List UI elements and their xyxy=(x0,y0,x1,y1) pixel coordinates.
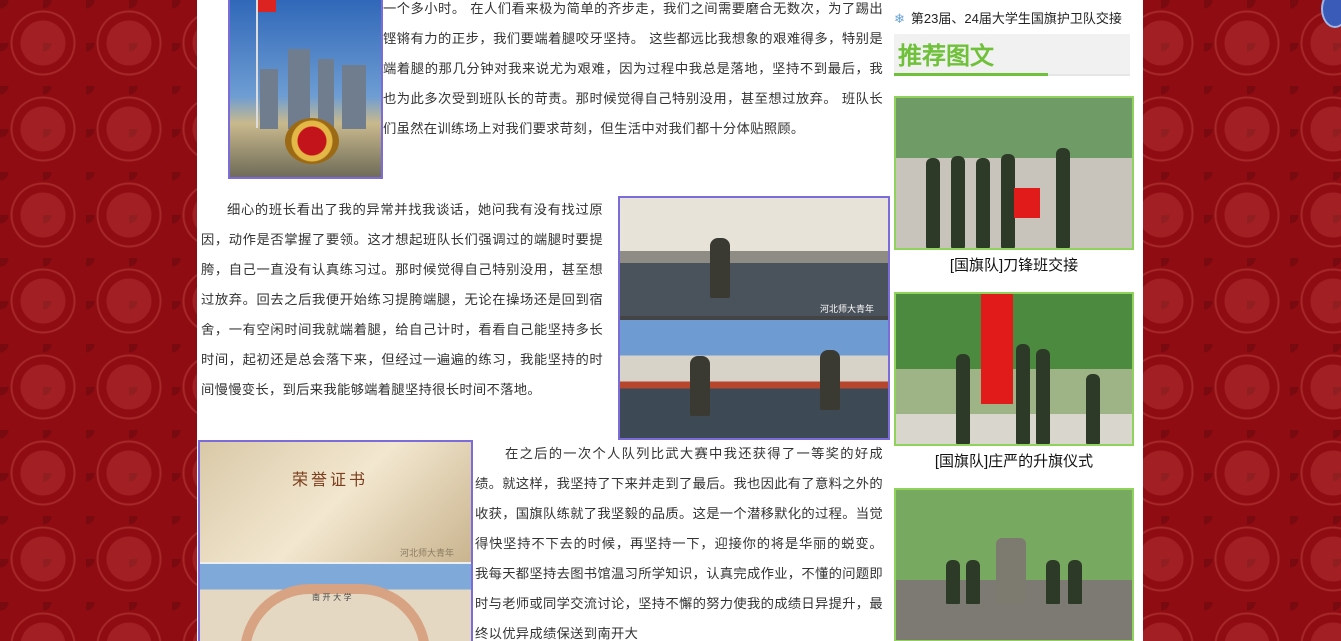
sidebar-top-link-label: 第23届、24届大学生国旗护卫队交接 xyxy=(910,11,1122,26)
certificate-campus-photo: 荣誉证书 河北师大青年 南 开 大 学 xyxy=(198,440,473,641)
soldier-figure xyxy=(946,560,960,604)
article-paragraph-2: 细心的班长看出了我的异常并找我谈话，她问我有没有找过原因，动作是否掌握了要领。这… xyxy=(201,203,603,398)
floating-corner-icon[interactable] xyxy=(1321,0,1341,28)
flag-pole xyxy=(256,0,258,128)
soldier-figure xyxy=(956,354,970,444)
recommend-card[interactable]: [国旗队]庄严的升旗仪式 xyxy=(894,292,1134,471)
sidebar: ❄ 第23届、24届大学生国旗护卫队交接 推荐图文 [国旗队]刀锋班交接 [国旗… xyxy=(894,0,1134,641)
soldier-figure xyxy=(1086,374,1100,444)
recommend-section-header: 推荐图文 xyxy=(894,34,1130,76)
article-body: 一个多小时。 在人们看来极为简单的齐步走，我们之间需要磨合无数次，为了踢出铿锵有… xyxy=(197,0,890,641)
soldier-figure xyxy=(690,356,710,416)
recommend-card[interactable]: [国旗队]刀锋班交接 xyxy=(894,96,1134,275)
red-flag xyxy=(1014,188,1040,218)
soldier-figure xyxy=(1056,148,1070,248)
article-paragraph-1: 一个多小时。 在人们看来极为简单的齐步走，我们之间需要磨合无数次，为了踢出铿锵有… xyxy=(383,2,883,137)
content-panel: 一个多小时。 在人们看来极为简单的齐步走，我们之间需要磨合无数次，为了踢出铿锵有… xyxy=(197,0,1143,641)
building-shape xyxy=(260,69,278,129)
watermark-text: 河北师大青年 xyxy=(400,549,455,559)
flag-badge-photo xyxy=(228,0,383,179)
soldier-figure xyxy=(1001,154,1015,248)
red-flag xyxy=(258,0,276,12)
recommend-card-image[interactable] xyxy=(894,488,1134,641)
recommend-card-caption[interactable]: [国旗队]刀锋班交接 xyxy=(894,254,1134,275)
badge-emblem xyxy=(285,118,339,164)
soldier-figure xyxy=(951,156,965,248)
building-shape xyxy=(342,65,366,129)
soldier-figure xyxy=(926,158,940,248)
soldier-figure xyxy=(966,560,980,604)
sidebar-top-link[interactable]: ❄ 第23届、24届大学生国旗护卫队交接 xyxy=(894,8,1122,27)
recommend-section-title: 推荐图文 xyxy=(898,42,994,70)
section-underline xyxy=(894,73,1048,76)
soldier-figure xyxy=(1016,344,1030,444)
drill-image-bottom xyxy=(620,320,888,438)
drill-image-top xyxy=(620,198,888,316)
soldier-figure xyxy=(1046,560,1060,604)
soldier-figure xyxy=(1036,349,1050,444)
snowflake-icon: ❄ xyxy=(894,11,905,26)
watermark-text: 河北师大青年 xyxy=(820,305,875,315)
building-shape xyxy=(288,49,310,129)
soldier-figure xyxy=(1068,560,1082,604)
article-paragraph-3: 在之后的一次个人队列比武大赛中我还获得了一等奖的好成绩。就这样，我坚持了下来并走… xyxy=(475,447,883,641)
soldier-figure xyxy=(976,158,990,248)
certificate-title: 荣誉证书 xyxy=(292,470,369,489)
recommend-card-image[interactable] xyxy=(894,96,1134,250)
soldier-figure xyxy=(710,238,730,298)
campus-gate-image: 南 开 大 学 xyxy=(200,564,471,641)
soldier-figure xyxy=(820,350,840,410)
recommend-card-image[interactable] xyxy=(894,292,1134,446)
campus-gate-label: 南 开 大 学 xyxy=(312,593,352,602)
statue-figure xyxy=(996,538,1026,604)
certificate-image: 荣誉证书 河北师大青年 xyxy=(200,442,471,562)
red-flag xyxy=(981,294,1013,404)
recommend-card-caption[interactable]: [国旗队]庄严的升旗仪式 xyxy=(894,450,1134,471)
recommend-card[interactable] xyxy=(894,488,1134,641)
drill-training-photo: 河北师大青年 xyxy=(618,196,890,440)
